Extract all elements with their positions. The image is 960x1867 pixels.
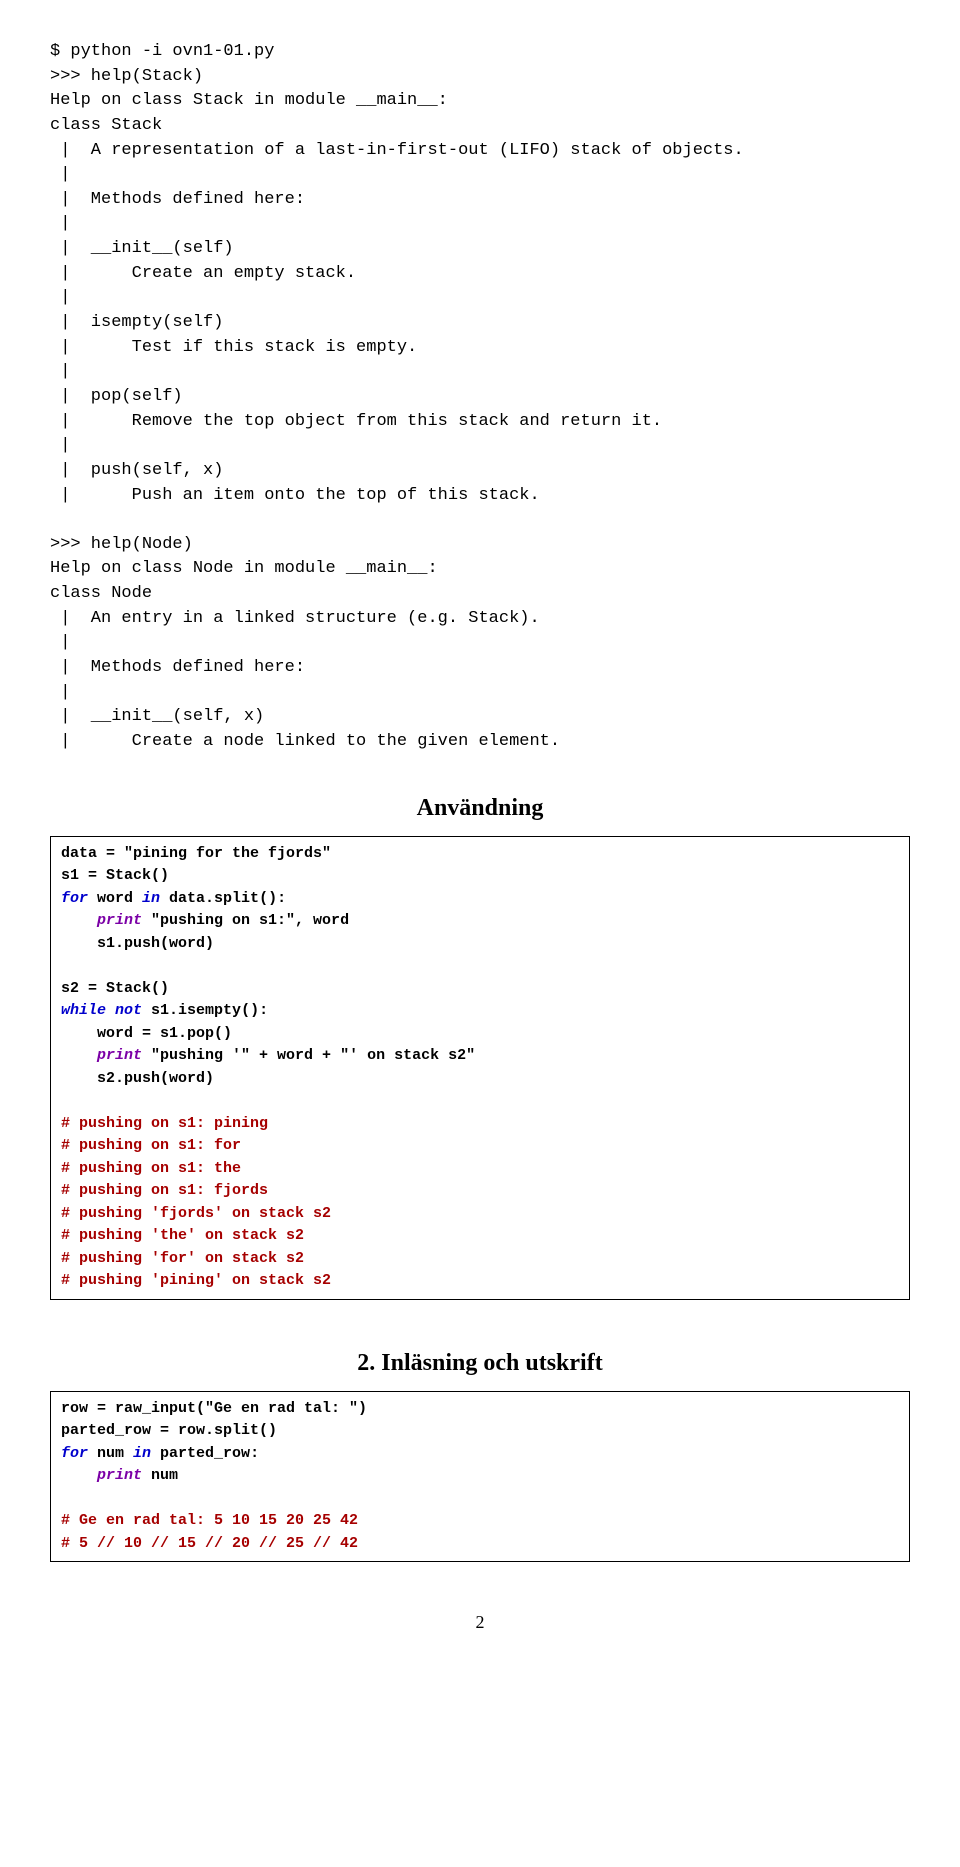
code-text: s1.isempty():: [142, 1002, 268, 1019]
section-heading-io: 2. Inläsning och utskrift: [50, 1350, 910, 1377]
code-text: [106, 1002, 115, 1019]
code-text: "pushing on s1:", word: [142, 912, 349, 929]
code-indent: [61, 912, 97, 929]
code-text: num: [142, 1467, 178, 1484]
code-text: data.split():: [160, 890, 286, 907]
code-line: word = s1.pop(): [61, 1025, 232, 1042]
keyword-not: not: [115, 1002, 142, 1019]
code-text: num: [88, 1445, 133, 1462]
code-block-usage: data = "pining for the fjords" s1 = Stac…: [50, 836, 910, 1300]
comment-line: # pushing 'pining' on stack s2: [61, 1272, 331, 1289]
code-line: s2.push(word): [61, 1070, 214, 1087]
keyword-for: for: [61, 1445, 88, 1462]
comment-line: # pushing 'for' on stack s2: [61, 1250, 304, 1267]
comment-line: # 5 // 10 // 15 // 20 // 25 // 42: [61, 1535, 358, 1552]
comment-line: # pushing on s1: pining: [61, 1115, 268, 1132]
code-block-io: row = raw_input("Ge en rad tal: ") parte…: [50, 1391, 910, 1563]
code-line: s2 = Stack(): [61, 980, 169, 997]
keyword-in: in: [133, 1445, 151, 1462]
code-line: row = raw_input("Ge en rad tal: "): [61, 1400, 367, 1417]
comment-line: # pushing on s1: for: [61, 1137, 241, 1154]
comment-line: # Ge en rad tal: 5 10 15 20 25 42: [61, 1512, 358, 1529]
code-indent: [61, 1047, 97, 1064]
builtin-print: print: [97, 1467, 142, 1484]
code-line: s1 = Stack(): [61, 867, 169, 884]
comment-line: # pushing on s1: the: [61, 1160, 241, 1177]
builtin-print: print: [97, 912, 142, 929]
code-indent: [61, 1467, 97, 1484]
code-text: word: [88, 890, 142, 907]
terminal-output: $ python -i ovn1-01.py >>> help(Stack) H…: [50, 40, 910, 755]
section-heading-usage: Användning: [50, 795, 910, 822]
code-line: data = "pining for the fjords": [61, 845, 331, 862]
keyword-in: in: [142, 890, 160, 907]
keyword-while: while: [61, 1002, 106, 1019]
keyword-for: for: [61, 890, 88, 907]
comment-line: # pushing 'fjords' on stack s2: [61, 1205, 331, 1222]
code-line: s1.push(word): [61, 935, 214, 952]
code-text: "pushing '" + word + "' on stack s2": [142, 1047, 475, 1064]
builtin-print: print: [97, 1047, 142, 1064]
comment-line: # pushing 'the' on stack s2: [61, 1227, 304, 1244]
code-line: parted_row = row.split(): [61, 1422, 277, 1439]
comment-line: # pushing on s1: fjords: [61, 1182, 268, 1199]
page-number: 2: [50, 1612, 910, 1633]
code-text: parted_row:: [151, 1445, 259, 1462]
